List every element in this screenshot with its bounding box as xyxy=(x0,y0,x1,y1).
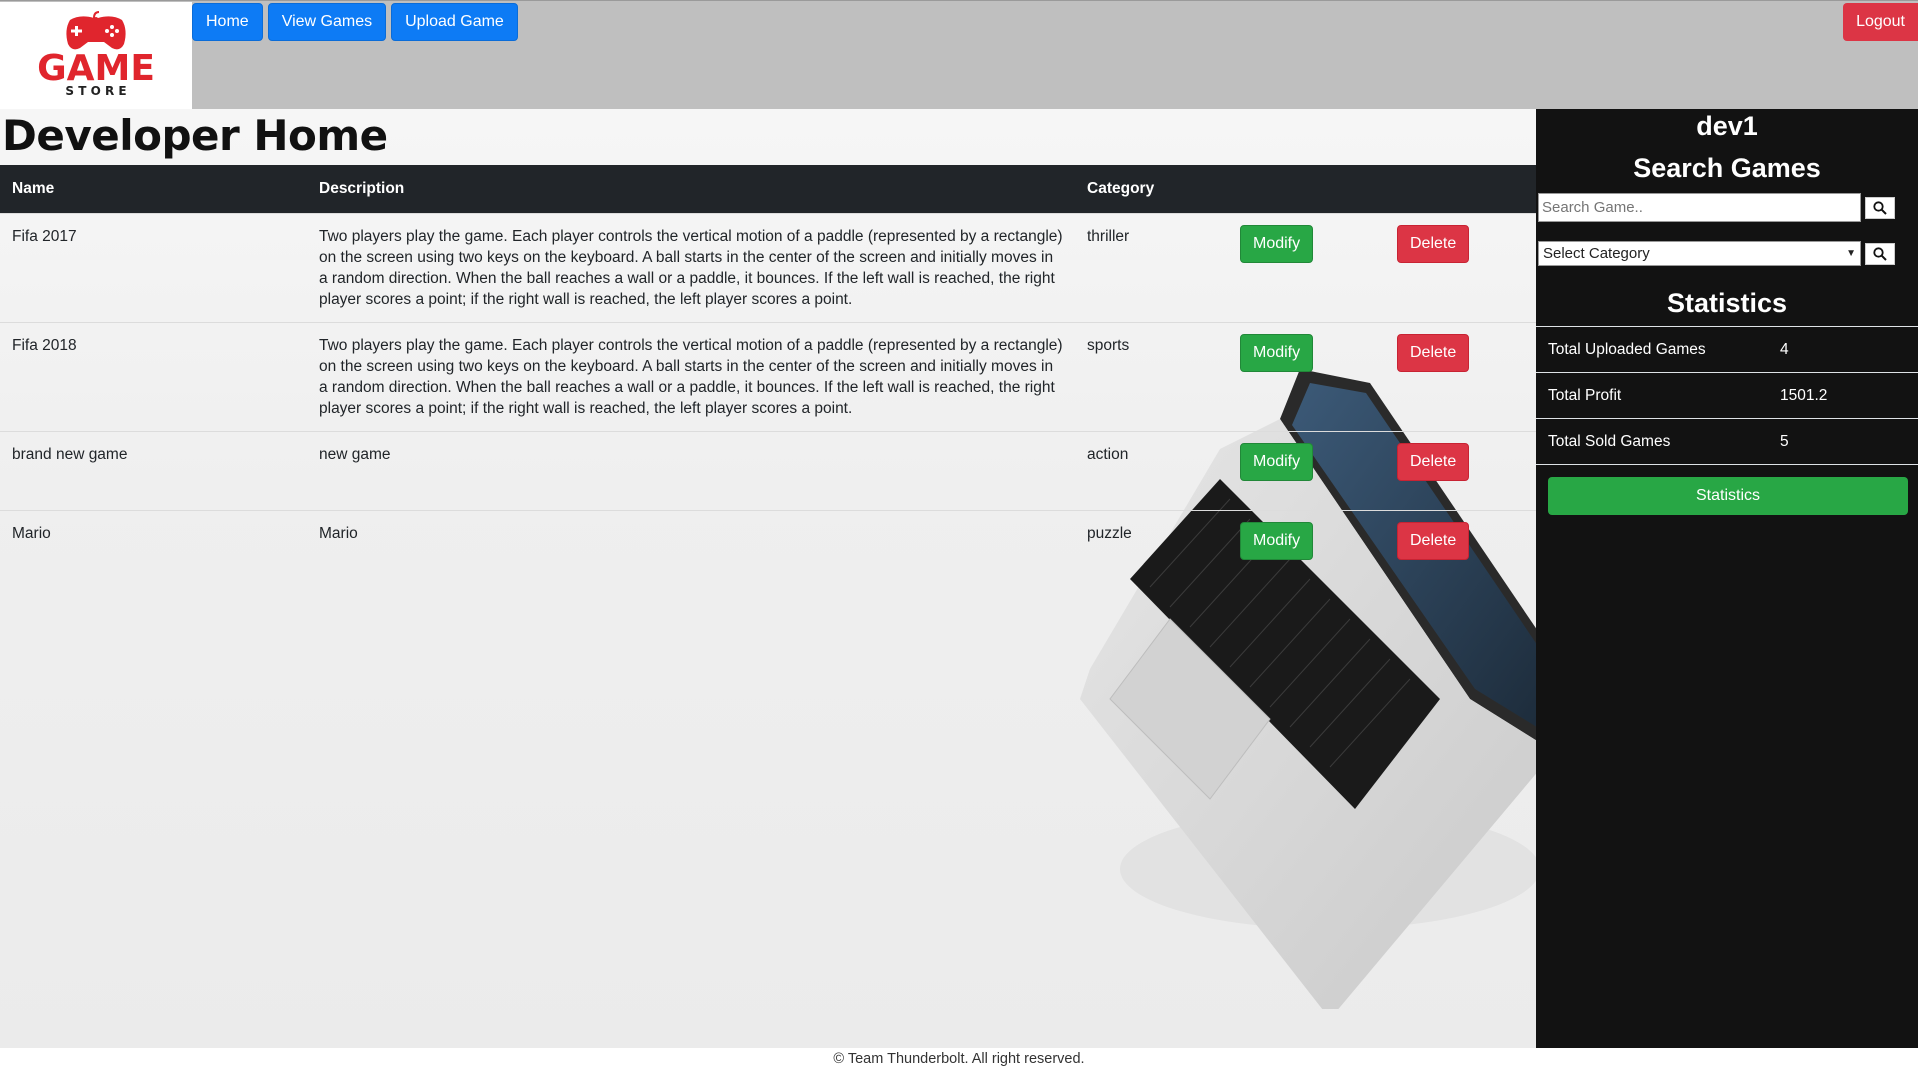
table-row: Fifa 2017 Two players play the game. Eac… xyxy=(0,212,1536,322)
game-name-cell: Fifa 2018 xyxy=(0,321,307,431)
header-description: Description xyxy=(319,179,405,197)
search-icon xyxy=(1873,246,1887,261)
search-row xyxy=(1538,193,1918,222)
game-category-cell: puzzle xyxy=(1075,509,1228,589)
statistics-button[interactable]: Statistics xyxy=(1548,477,1908,515)
footer: © Team Thunderbolt. All right reserved. xyxy=(0,1048,1918,1069)
games-table: Name Description Category Fifa 2017 Two … xyxy=(0,165,1536,589)
right-sidebar: dev1 Search Games Select Category ▼ Stat… xyxy=(1536,109,1918,1048)
table-row: Fifa 2018 Two players play the game. Eac… xyxy=(0,321,1536,431)
modify-button[interactable]: Modify xyxy=(1240,521,1314,560)
stat-label: Total Uploaded Games xyxy=(1536,326,1768,373)
header-category: Category xyxy=(1087,179,1155,197)
stats-row: Total Sold Games 5 xyxy=(1536,418,1918,465)
category-select[interactable]: Select Category ▼ xyxy=(1538,241,1861,266)
game-store-logo[interactable]: GAME S T O R E xyxy=(0,2,192,110)
game-category-cell: sports xyxy=(1075,321,1228,431)
search-heading: Search Games xyxy=(1633,153,1821,183)
header-empty xyxy=(1385,165,1536,213)
modify-cell: Modify xyxy=(1228,430,1385,510)
main-nav: Home View Games Upload Game xyxy=(192,3,518,41)
top-navbar: GAME S T O R E Home View Games Upload Ga… xyxy=(0,0,1918,110)
category-search-button[interactable] xyxy=(1865,242,1895,265)
game-description-cell: Two players play the game. Each player c… xyxy=(307,212,1075,322)
modify-cell: Modify xyxy=(1228,212,1385,322)
footer-copyright: © Team Thunderbolt. All right reserved. xyxy=(833,1051,1085,1067)
logo-word: GAME xyxy=(37,48,155,89)
stat-label: Total Sold Games xyxy=(1536,418,1768,465)
delete-cell: Delete xyxy=(1385,509,1536,589)
delete-button[interactable]: Delete xyxy=(1397,521,1470,560)
stat-value: 4 xyxy=(1768,326,1918,373)
search-icon xyxy=(1873,200,1887,215)
logout-button[interactable]: Logout xyxy=(1843,3,1918,41)
game-description-cell: new game xyxy=(307,430,1075,510)
nav-view-games-button[interactable]: View Games xyxy=(267,3,387,41)
game-name-cell: brand new game xyxy=(0,430,307,510)
search-button[interactable] xyxy=(1865,196,1895,219)
header-name: Name xyxy=(12,179,55,197)
table-row: brand new game new game action Modify De… xyxy=(0,430,1536,510)
delete-cell: Delete xyxy=(1385,212,1536,322)
category-select-value: Select Category xyxy=(1543,245,1650,262)
stat-value: 5 xyxy=(1768,418,1918,465)
delete-cell: Delete xyxy=(1385,430,1536,510)
nav-upload-game-button[interactable]: Upload Game xyxy=(391,3,518,41)
main-content: Developer Home Name Description Category… xyxy=(0,109,1536,1048)
stat-value: 1501.2 xyxy=(1768,372,1918,419)
statistics-heading: Statistics xyxy=(1666,288,1788,318)
delete-button[interactable]: Delete xyxy=(1397,333,1470,372)
category-row: Select Category ▼ xyxy=(1538,241,1918,266)
modify-cell: Modify xyxy=(1228,509,1385,589)
search-input[interactable] xyxy=(1538,193,1861,222)
delete-cell: Delete xyxy=(1385,321,1536,431)
stats-row: Total Profit 1501.2 xyxy=(1536,372,1918,419)
game-description-cell: Two players play the game. Each player c… xyxy=(307,321,1075,431)
game-name-cell: Fifa 2017 xyxy=(0,212,307,322)
modify-cell: Modify xyxy=(1228,321,1385,431)
gamepad-logo-icon: GAME S T O R E xyxy=(37,11,155,98)
chevron-down-icon: ▼ xyxy=(1846,248,1856,259)
modify-button[interactable]: Modify xyxy=(1240,224,1314,263)
table-row: Mario Mario puzzle Modify Delete xyxy=(0,509,1536,589)
table-header-row: Name Description Category xyxy=(0,165,1536,213)
delete-button[interactable]: Delete xyxy=(1397,224,1470,263)
game-category-cell: thriller xyxy=(1075,212,1228,322)
logo-subtitle: S T O R E xyxy=(65,84,126,98)
nav-home-button[interactable]: Home xyxy=(192,3,263,41)
stats-row: Total Uploaded Games 4 xyxy=(1536,326,1918,373)
stat-label: Total Profit xyxy=(1536,372,1768,419)
delete-button[interactable]: Delete xyxy=(1397,442,1470,481)
game-description-cell: Mario xyxy=(307,509,1075,589)
modify-button[interactable]: Modify xyxy=(1240,333,1314,372)
statistics-table: Total Uploaded Games 4 Total Profit 1501… xyxy=(1536,326,1918,465)
page-title: Developer Home xyxy=(2,111,388,160)
modify-button[interactable]: Modify xyxy=(1240,442,1314,481)
game-category-cell: action xyxy=(1075,430,1228,510)
header-empty xyxy=(1228,165,1385,213)
game-name-cell: Mario xyxy=(0,509,307,589)
username: dev1 xyxy=(1696,111,1758,141)
